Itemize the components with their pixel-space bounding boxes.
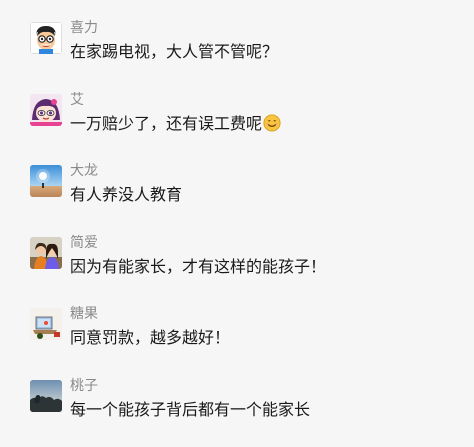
- commenter-name[interactable]: 喜力: [70, 19, 98, 37]
- sky-landscape-avatar[interactable]: [30, 165, 62, 197]
- comment-item: 糖果 同意罚款，越多越好！: [30, 305, 466, 368]
- desk-photo-avatar[interactable]: [30, 308, 62, 340]
- cartoon-face-avatar[interactable]: [30, 22, 62, 54]
- comment-text: 在家踢电视，大人管不管呢？: [70, 42, 279, 61]
- comment-text: 同意罚款，越多越好！: [70, 328, 231, 347]
- cartoon-girl-avatar[interactable]: [30, 94, 62, 126]
- commenter-name[interactable]: 简爱: [70, 234, 98, 252]
- comment-text: 每一个能孩子背后都有一个能家长: [70, 400, 311, 419]
- comment-item: 桃子 每一个能孩子背后都有一个能家长: [30, 377, 466, 440]
- comment-item: 艾 一万赔少了，还有误工费呢: [30, 91, 466, 154]
- couple-photo-avatar[interactable]: [30, 237, 62, 269]
- dusk-scenery-avatar[interactable]: [30, 380, 62, 412]
- comment-item: 喜力 在家踢电视，大人管不管呢？: [30, 19, 466, 82]
- comment-item: 大龙 有人养没人教育: [30, 162, 466, 225]
- comment-item: 简爱 因为有能家长，才有这样的能孩子！: [30, 234, 466, 297]
- smiling-face-emoji: [263, 114, 281, 132]
- commenter-name[interactable]: 大龙: [70, 162, 98, 180]
- commenter-name[interactable]: 艾: [70, 91, 84, 109]
- commenter-name[interactable]: 糖果: [70, 305, 98, 323]
- comment-text: 一万赔少了，还有误工费呢: [70, 113, 281, 135]
- commenter-name[interactable]: 桃子: [70, 377, 98, 395]
- comment-text: 有人养没人教育: [70, 185, 183, 204]
- comment-text-content: 一万赔少了，还有误工费呢: [70, 114, 263, 133]
- comment-text: 因为有能家长，才有这样的能孩子！: [70, 257, 327, 276]
